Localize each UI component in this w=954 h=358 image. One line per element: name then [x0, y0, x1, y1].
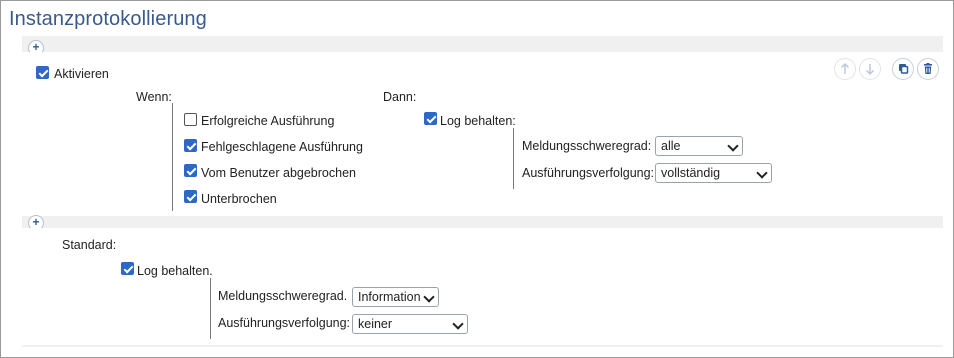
arrow-up-icon[interactable]	[834, 58, 856, 80]
chevron-down-icon	[452, 318, 464, 330]
condition-label-interrupted: Unterbrochen	[201, 192, 277, 206]
default-trace-select-value: keiner	[358, 317, 393, 331]
arrow-down-icon[interactable]	[859, 58, 881, 80]
condition-checkbox-success[interactable]	[184, 113, 197, 126]
condition-label-cancelled: Vom Benutzer abgebrochen	[201, 166, 356, 180]
conditions-divider	[172, 103, 173, 211]
default-keep-log-checkbox[interactable]	[121, 262, 134, 275]
default-severity-label: Meldungsschweregrad.	[218, 289, 348, 303]
keep-log-checkbox[interactable]	[424, 112, 437, 125]
page-title: Instanzprotokollierung	[9, 8, 207, 30]
condition-checkbox-interrupted[interactable]	[184, 190, 197, 203]
trace-select-value: vollständig	[661, 166, 721, 180]
condition-label-success: Erfolgreiche Ausführung	[201, 114, 335, 128]
chevron-down-icon	[727, 140, 739, 152]
default-keep-log-label: Log behalten.	[137, 264, 213, 278]
default-trace-select[interactable]: keiner	[352, 314, 468, 334]
default-card	[22, 228, 943, 345]
delete-icon[interactable]	[917, 58, 939, 80]
duplicate-icon[interactable]	[892, 58, 914, 80]
then-label: Dann:	[383, 90, 417, 104]
chevron-down-icon	[423, 291, 435, 303]
default-divider	[210, 278, 211, 339]
trace-select[interactable]: vollständig	[655, 163, 772, 183]
enable-label: Aktivieren	[54, 67, 109, 81]
severity-select-value: alle	[661, 139, 681, 153]
severity-label: Meldungsschweregrad:	[522, 139, 652, 153]
keep-log-divider	[513, 128, 514, 189]
default-severity-select-value: Information	[358, 290, 421, 304]
default-trace-label: Ausführungsverfolgung:	[218, 316, 351, 330]
condition-checkbox-cancelled[interactable]	[184, 164, 197, 177]
default-severity-select[interactable]: Information	[352, 287, 439, 307]
default-label: Standard:	[62, 238, 117, 252]
severity-select[interactable]: alle	[655, 136, 743, 156]
condition-label-failed: Fehlgeschlagene Ausführung	[201, 140, 363, 154]
when-label: Wenn:	[136, 90, 172, 104]
keep-log-label: Log behalten:	[440, 114, 516, 128]
condition-checkbox-failed[interactable]	[184, 139, 197, 152]
trace-label: Ausführungsverfolgung:	[522, 166, 655, 180]
enable-checkbox[interactable]	[36, 66, 49, 79]
chevron-down-icon	[756, 167, 768, 179]
rule-card	[22, 52, 943, 216]
